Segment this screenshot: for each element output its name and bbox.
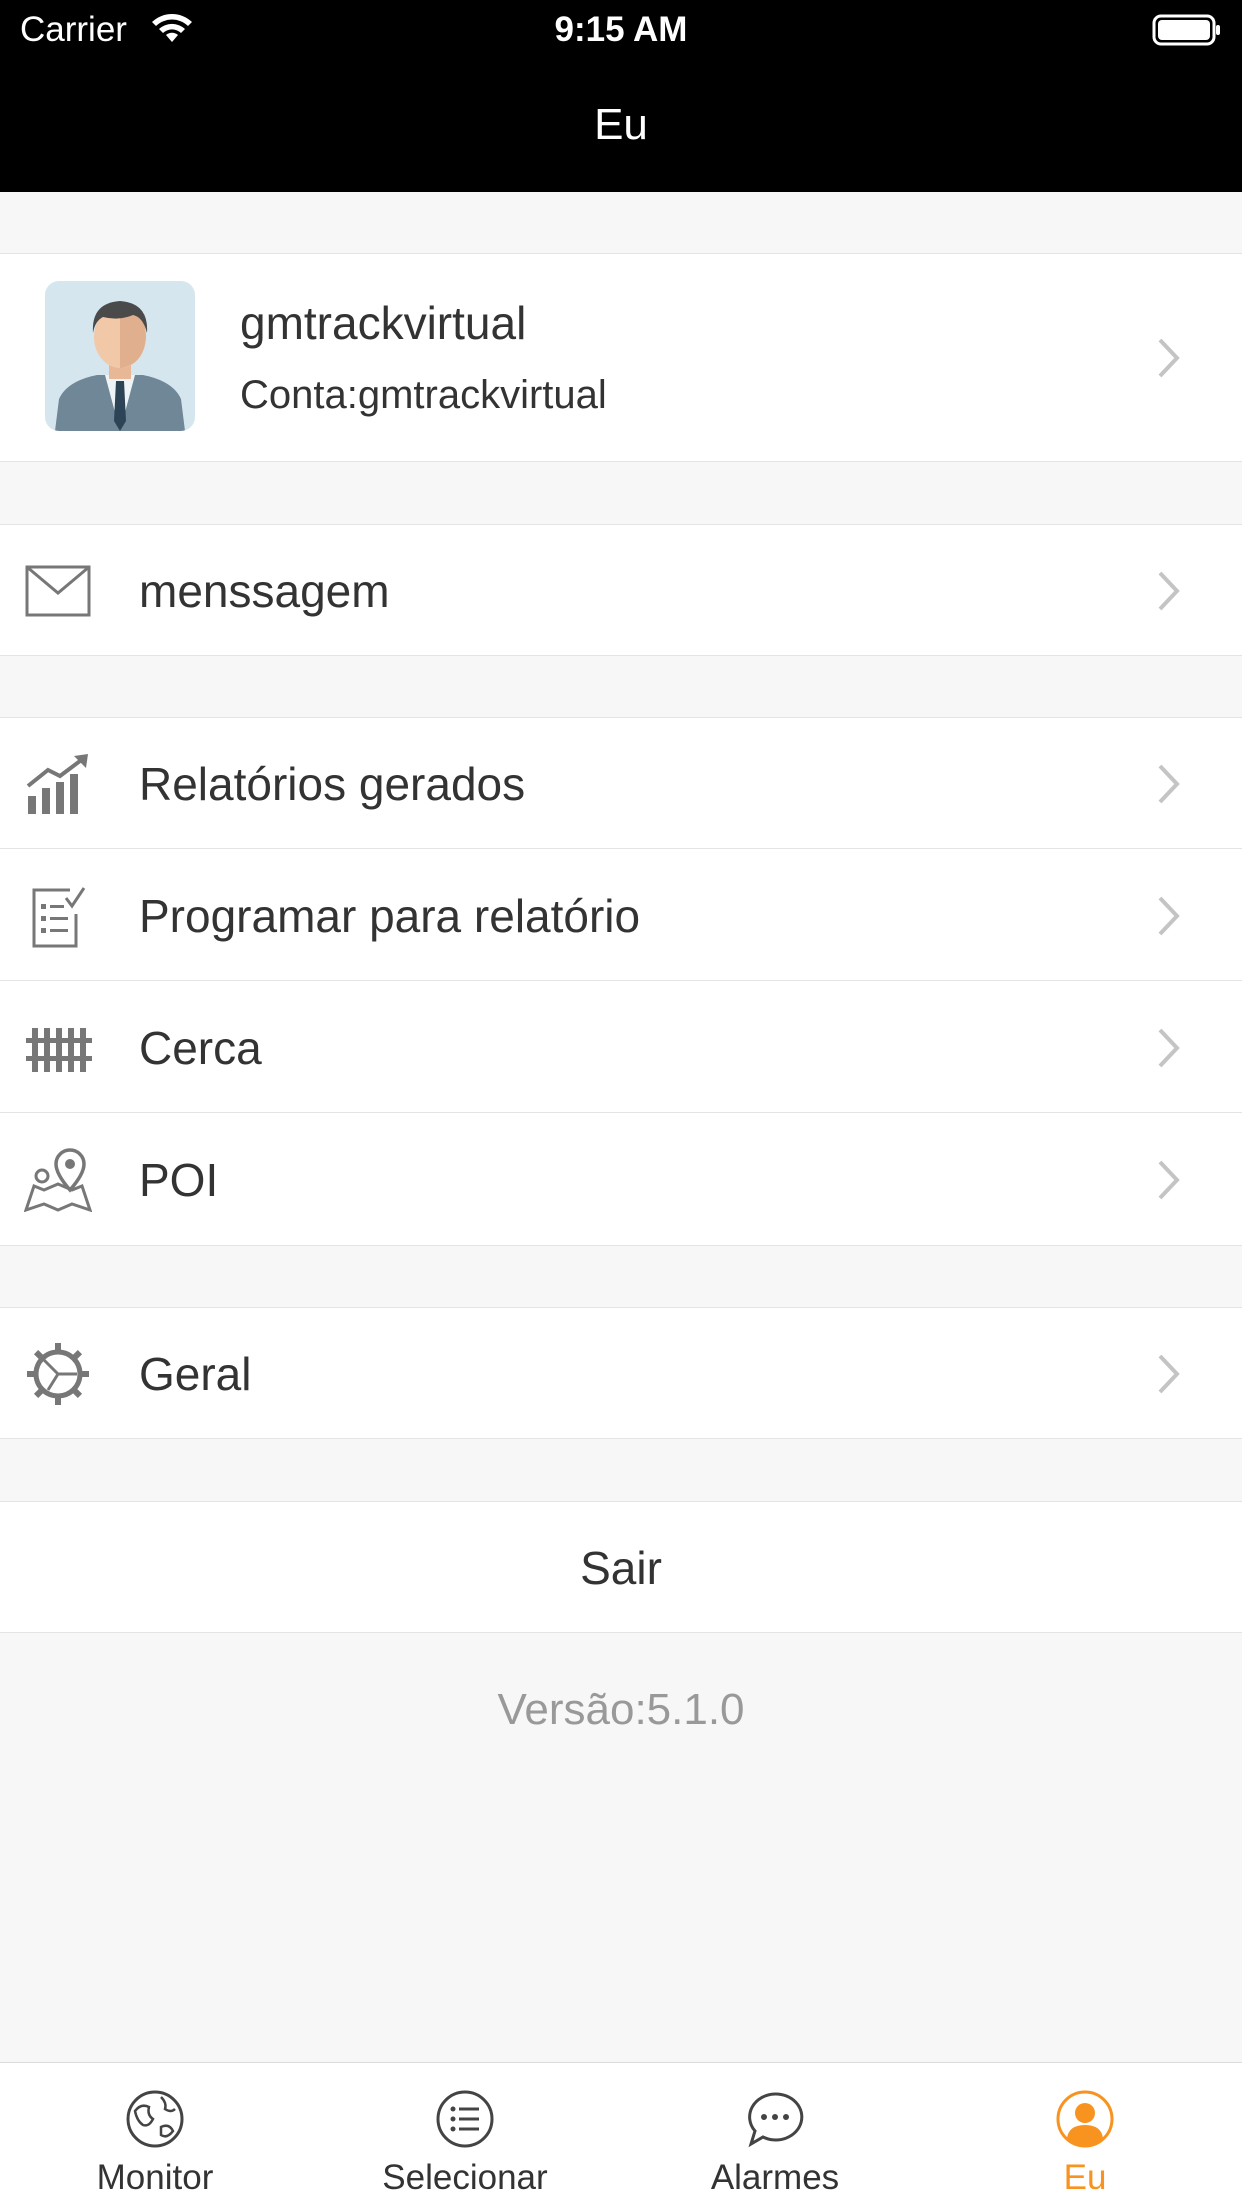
person-icon <box>1055 2089 1115 2149</box>
checklist-icon <box>24 884 92 948</box>
menu-group-settings: Geral <box>0 1307 1242 1439</box>
map-pin-icon <box>23 1148 93 1213</box>
tab-selecionar[interactable]: Selecionar <box>310 2063 620 2209</box>
page-title: Eu <box>594 100 648 149</box>
tab-label: Eu <box>1063 2158 1107 2197</box>
chevron-right-icon <box>1156 1158 1182 1202</box>
menu-item-fence[interactable]: Cerca <box>0 982 1242 1113</box>
menu-item-poi[interactable]: POI <box>0 1114 1242 1245</box>
divider <box>0 980 1242 981</box>
navigation-bar: Eu <box>0 62 1242 192</box>
growth-chart-icon <box>24 752 92 816</box>
menu-group-messages: menssagem <box>0 524 1242 656</box>
globe-icon <box>125 2089 185 2149</box>
profile-account: Conta:gmtrackvirtual <box>240 373 607 417</box>
logout-label: Sair <box>580 1542 662 1594</box>
logout-button[interactable]: Sair <box>0 1501 1242 1633</box>
menu-item-general[interactable]: Geral <box>0 1308 1242 1439</box>
profile-name: gmtrackvirtual <box>240 297 527 349</box>
menu-group-tools: Relatórios gerados Programar para relató… <box>0 717 1242 1246</box>
clock: 9:15 AM <box>554 10 688 49</box>
tab-monitor[interactable]: Monitor <box>0 2063 310 2209</box>
gear-icon <box>24 1342 92 1406</box>
tab-label: Alarmes <box>710 2158 840 2197</box>
status-bar: Carrier 9:15 AM <box>0 0 1242 62</box>
menu-item-reports[interactable]: Relatórios gerados <box>0 718 1242 849</box>
menu-item-label: Geral <box>139 1348 252 1400</box>
menu-item-label: menssagem <box>139 565 390 617</box>
chevron-right-icon <box>1156 336 1182 380</box>
divider <box>0 1112 1242 1113</box>
menu-item-schedule-report[interactable]: Programar para relatório <box>0 850 1242 981</box>
chevron-right-icon <box>1156 762 1182 806</box>
tab-alarmes[interactable]: Alarmes <box>620 2063 930 2209</box>
chevron-right-icon <box>1156 1352 1182 1396</box>
tab-bar: Monitor Selecionar Alarmes Eu <box>0 2062 1242 2209</box>
chat-bubble-icon <box>745 2089 805 2149</box>
tab-label: Selecionar <box>382 2158 548 2197</box>
chevron-right-icon <box>1156 894 1182 938</box>
chevron-right-icon <box>1156 1026 1182 1070</box>
divider <box>0 848 1242 849</box>
menu-item-label: Relatórios gerados <box>139 758 526 810</box>
menu-item-label: Programar para relatório <box>139 890 641 942</box>
battery-icon <box>1152 14 1222 53</box>
version-label: Versão:5.1.0 <box>497 1685 745 1734</box>
chevron-right-icon <box>1156 569 1182 613</box>
tab-label: Monitor <box>96 2158 214 2197</box>
avatar <box>45 281 195 431</box>
list-icon <box>435 2089 495 2149</box>
fence-icon <box>24 1016 92 1080</box>
menu-item-label: Cerca <box>139 1022 262 1074</box>
menu-item-label: POI <box>139 1154 219 1206</box>
envelope-icon <box>24 559 92 623</box>
tab-eu[interactable]: Eu <box>930 2063 1240 2209</box>
menu-item-message[interactable]: menssagem <box>0 525 1242 656</box>
